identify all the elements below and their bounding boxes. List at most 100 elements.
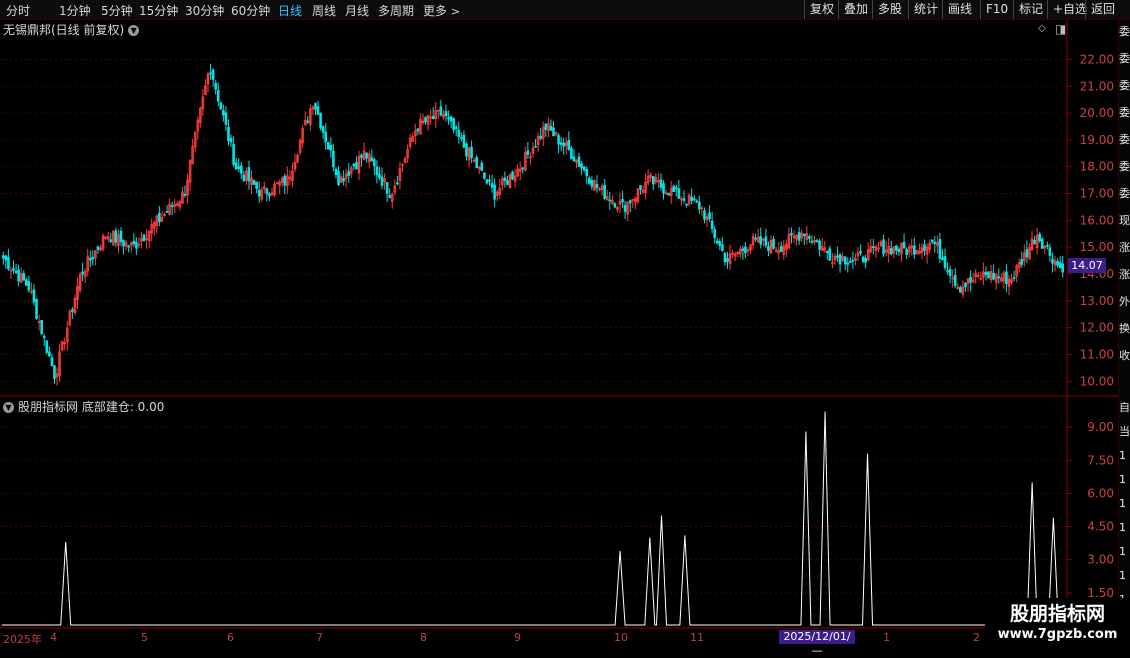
tab-1min[interactable]: 1分钟 (59, 2, 91, 19)
candle-body (557, 135, 560, 145)
candle-body (88, 257, 92, 261)
candle-body (268, 193, 271, 197)
diamond-icon[interactable]: ◇ (1038, 23, 1046, 34)
candle-body (667, 192, 670, 196)
candle-body (1033, 239, 1036, 245)
candle-body (552, 127, 555, 137)
candle-body (385, 181, 389, 194)
side-label: 1 (1119, 522, 1126, 534)
tab-monthly[interactable]: 月线 (345, 2, 369, 19)
candle-body (1025, 249, 1029, 258)
candle-body (613, 203, 617, 208)
candle-body (232, 143, 235, 165)
candle-body (234, 162, 238, 170)
back-button[interactable]: 返回 (1085, 0, 1120, 19)
candle-body (352, 163, 356, 167)
tab-60min[interactable]: 60分钟 (231, 2, 270, 19)
tab-15min[interactable]: 15分钟 (139, 2, 178, 19)
candle-body (424, 117, 427, 123)
candle-body (485, 179, 489, 184)
candle-body (378, 174, 381, 179)
tab-30min[interactable]: 30分钟 (185, 2, 224, 19)
candle-body (959, 287, 962, 293)
candle-body (337, 171, 340, 186)
candle-body (726, 258, 729, 262)
f10-button[interactable]: F10 (980, 0, 1013, 19)
candle-body (708, 212, 711, 220)
candle-body (590, 179, 594, 187)
candle-body (808, 236, 811, 239)
x-label: 2 (973, 631, 980, 644)
candle-body (861, 256, 865, 262)
x-label: 6 (227, 631, 234, 644)
indicator-title: ▼ 股朋指标网 底部建仓: 0.00 (3, 398, 164, 415)
candle-body (96, 246, 100, 250)
candle-body (388, 194, 391, 198)
adjust-button[interactable]: 复权 (804, 0, 839, 19)
candle-body (444, 111, 448, 117)
candle-body (475, 157, 478, 169)
candle-body (219, 102, 223, 110)
candle-body (452, 118, 455, 131)
candle-body (1020, 259, 1024, 265)
y-tick-label: 11.00 (1080, 347, 1114, 361)
tab-intraday[interactable]: 分时 (6, 2, 30, 19)
candle-body (836, 255, 839, 258)
stats-button[interactable]: 统计 (908, 0, 943, 19)
side-label: 涨 (1119, 242, 1130, 254)
tab-more[interactable]: 更多 > (423, 2, 460, 19)
window-icon[interactable]: ◨ (1055, 22, 1066, 36)
candle-body (790, 232, 793, 236)
candle-body (81, 271, 84, 275)
overlay-button[interactable]: 叠加 (838, 0, 873, 19)
candle-body (718, 241, 722, 246)
candle-body (25, 279, 28, 286)
candle-body (682, 198, 686, 201)
indicator-grid (0, 426, 1066, 594)
candle-body (672, 185, 676, 193)
chart-title: 无锡鼎邦(日线 前复权) ▼ (3, 21, 140, 38)
candle-body (948, 269, 952, 277)
candle-body (715, 240, 719, 244)
candle-body (692, 198, 696, 201)
candle-body (767, 245, 770, 252)
side-label: 外 (1119, 296, 1130, 308)
tab-multi-period[interactable]: 多周期 (378, 2, 414, 19)
candle-body (913, 245, 916, 255)
candle-body (588, 177, 591, 184)
y-tick-label: 9.00 (1087, 420, 1114, 434)
candle-body (122, 240, 125, 247)
chart-canvas[interactable]: 10.0011.0012.0013.0014.0015.0016.0017.00… (0, 20, 1118, 650)
y-tick-label: 21.00 (1080, 79, 1114, 93)
chevron-down-icon[interactable]: ▼ (3, 402, 14, 413)
chevron-down-icon[interactable]: ▼ (128, 25, 140, 36)
candle-body (938, 239, 942, 259)
side-label: 当 (1119, 426, 1130, 438)
candle-body (946, 270, 949, 273)
candle-body (334, 168, 338, 175)
candle-body (45, 340, 49, 353)
candle-body (690, 196, 693, 201)
candle-body (843, 256, 847, 265)
candle-body (488, 179, 491, 182)
multi-stock-button[interactable]: 多股 (872, 0, 907, 19)
tab-5min[interactable]: 5分钟 (101, 2, 133, 19)
mark-button[interactable]: 标记 (1013, 0, 1048, 19)
candle-body (396, 182, 399, 185)
tab-weekly[interactable]: 周线 (312, 2, 336, 19)
tab-daily[interactable]: 日线 (278, 2, 302, 19)
candle-body (470, 146, 473, 158)
candle-body (40, 319, 43, 335)
x-label: 2025年 (3, 633, 42, 646)
candle-body (628, 200, 632, 204)
candle-body (319, 113, 322, 129)
candle-body (35, 298, 38, 319)
candle-body (710, 220, 714, 230)
candle-body (460, 136, 463, 139)
draw-button[interactable]: 画线 (942, 0, 977, 19)
candle-body (91, 256, 95, 260)
candle-body (373, 159, 376, 167)
candle-body (721, 244, 724, 251)
candle-body (902, 241, 906, 249)
side-label: 自 (1119, 402, 1130, 414)
